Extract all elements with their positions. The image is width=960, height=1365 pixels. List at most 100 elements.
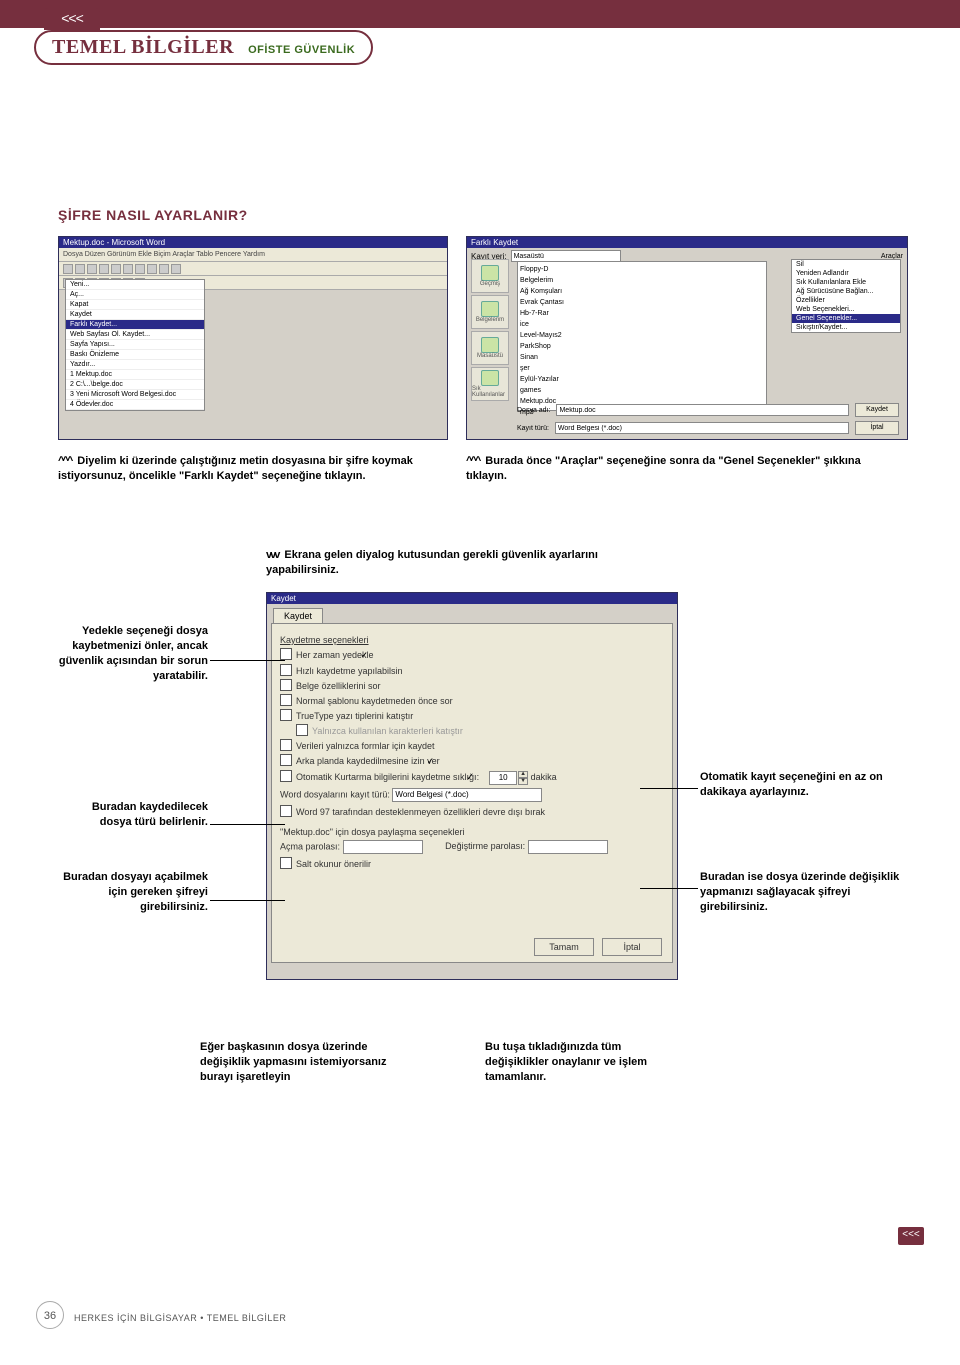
spin-up-icon[interactable]: ▲	[518, 771, 528, 778]
footer-text: HERKES İÇİN BİLGİSAYAR • TEMEL BİLGİLER	[74, 1313, 286, 1323]
places-bar: Geçmiş Belgelerim Masaüstü Sık Kullanıla…	[471, 259, 513, 403]
file-item[interactable]: ice	[520, 319, 764, 330]
menu-item[interactable]: Yazdır...	[66, 360, 204, 370]
open-pw-label: Açma parolası:	[280, 841, 340, 851]
filetype-field[interactable]	[555, 422, 849, 434]
menu-item[interactable]: 3 Yeni Microsoft Word Belgesi.doc	[66, 390, 204, 400]
places-item[interactable]: Geçmiş	[471, 259, 509, 293]
checkbox-readonly[interactable]: Salt okunur önerilir	[280, 857, 664, 869]
places-item[interactable]: Masaüstü	[471, 331, 509, 365]
menu-item[interactable]: Sayfa Yapısı...	[66, 340, 204, 350]
file-item[interactable]: Level-Mayıs2	[520, 330, 764, 341]
header-pill: TEMEL BİLGİLER OFİSTE GÜVENLİK	[34, 30, 373, 65]
tool-item[interactable]: Web Seçenekleri...	[792, 305, 900, 314]
filetype-label: Kayıt türü:	[517, 425, 549, 432]
checkbox-compat[interactable]: Word 97 tarafından desteklenmeyen özelli…	[280, 805, 664, 817]
connector-line	[210, 900, 285, 901]
tools-menu: Sil Yeniden Adlandır Sık Kullanılanlara …	[791, 259, 901, 333]
checkbox-autorecover[interactable]: Otomatik Kurtarma bilgilerini kaydetme s…	[280, 772, 487, 782]
anno-bottom-ok: Bu tuşa tıkladığınızda tüm değişiklikler…	[485, 1040, 685, 1085]
anno-left-open-pw: Buradan dosyayı açabilmek için gereken ş…	[58, 870, 208, 915]
ok-button[interactable]: Tamam	[534, 938, 594, 956]
file-item[interactable]: Floppy-D	[520, 264, 764, 275]
places-item[interactable]: Belgelerim	[471, 295, 509, 329]
page-number: 36	[36, 1301, 64, 1329]
tool-item-general-options[interactable]: Genel Seçenekler...	[792, 314, 900, 323]
open-password-field[interactable]	[343, 840, 423, 854]
anno-left-filetype: Buradan kaydedilecek dosya türü belirlen…	[58, 800, 208, 830]
screenshot-save-as-dialog: Farklı Kaydet Kayıt yeri: Araçlar Geçmiş…	[466, 236, 908, 440]
connector-line	[210, 660, 285, 661]
save-button[interactable]: Kaydet	[855, 403, 899, 417]
mod-pw-label: Değiştirme parolası:	[445, 841, 525, 851]
connector-line	[210, 824, 285, 825]
file-item[interactable]: Ağ Komşuları	[520, 286, 764, 297]
autorecover-spinner[interactable]: ▲▼	[489, 771, 528, 785]
password-row: Açma parolası: Değiştirme parolası:	[280, 840, 664, 854]
filename-field[interactable]	[556, 404, 849, 416]
caption-3: vvvEkrana gelen diyalog kutusundan gerek…	[266, 548, 666, 578]
nav-badge: <<<	[44, 8, 100, 30]
file-item[interactable]: şer	[520, 363, 764, 374]
file-item[interactable]: ParkShop	[520, 341, 764, 352]
checkbox-fast-save[interactable]: Hızlı kaydetme yapılabilsin	[280, 664, 664, 676]
file-item[interactable]: Hb-7-Rar	[520, 308, 764, 319]
menu-bar: Dosya Düzen Görünüm Ekle Biçim Araçlar T…	[59, 248, 447, 262]
filetype-select[interactable]	[392, 788, 542, 802]
tab-save[interactable]: Kaydet	[273, 608, 323, 623]
menu-item[interactable]: 4 Ödevler.doc	[66, 400, 204, 410]
autorecover-unit: dakika	[531, 772, 557, 782]
file-item[interactable]: Belgelerim	[520, 275, 764, 286]
filename-label: Dosya adı:	[517, 407, 550, 414]
menu-item[interactable]: 1 Mektup.doc	[66, 370, 204, 380]
file-list[interactable]: Floppy-D Belgelerim Ağ Komşuları Evrak Ç…	[517, 261, 767, 411]
tool-item[interactable]: Özellikler	[792, 296, 900, 305]
autorecover-value[interactable]	[489, 771, 517, 785]
header-title: TEMEL BİLGİLER	[52, 36, 234, 59]
checkbox-ask-props[interactable]: Belge özelliklerini sor	[280, 679, 664, 691]
caption-2: ^^^Burada önce "Araçlar" seçeneğine sonr…	[466, 454, 886, 484]
checkbox-always-backup[interactable]: Her zaman yedekle	[280, 648, 664, 661]
arrow-up-icon: ^^^	[466, 455, 479, 467]
modify-password-field[interactable]	[528, 840, 608, 854]
menu-item[interactable]: 2 C:\...\belge.doc	[66, 380, 204, 390]
toolbar-icons	[59, 262, 447, 276]
header-bar	[0, 0, 960, 28]
file-item[interactable]: Eylül-Yazılar	[520, 374, 764, 385]
autorecover-row: Otomatik Kurtarma bilgilerini kaydetme s…	[280, 770, 664, 785]
tool-item[interactable]: Sıkıştır/Kaydet...	[792, 323, 900, 332]
connector-line	[640, 888, 698, 889]
places-item[interactable]: Sık Kullanılanlar	[471, 367, 509, 401]
checkbox-truetype[interactable]: TrueType yazı tiplerini katıştır	[280, 709, 664, 721]
checkbox-truetype-sub: Yalnızca kullanılan karakterleri katıştı…	[296, 724, 664, 736]
anno-right-mod-pw: Buradan ise dosya üzerinde değişiklik ya…	[700, 870, 900, 915]
menu-item[interactable]: Kaydet	[66, 310, 204, 320]
file-item[interactable]: Sinan	[520, 352, 764, 363]
filetype-row: Word dosyalarını kayıt türü:	[280, 788, 664, 802]
screenshot-word-menu: Mektup.doc - Microsoft Word Dosya Düzen …	[58, 236, 448, 440]
file-menu: Yeni... Aç... Kapat Kaydet Farklı Kaydet…	[65, 279, 205, 411]
menu-item[interactable]: Web Sayfası Ol. Kaydet...	[66, 330, 204, 340]
tool-item[interactable]: Sık Kullanılanlara Ekle	[792, 278, 900, 287]
menu-item[interactable]: Aç...	[66, 290, 204, 300]
anno-right-autosave: Otomatik kayıt seçeneğini en az on dakik…	[700, 770, 890, 800]
cancel-button[interactable]: İptal	[602, 938, 662, 956]
menu-item[interactable]: Kapat	[66, 300, 204, 310]
checkbox-normal-prompt[interactable]: Normal şablonu kaydetmeden önce sor	[280, 694, 664, 706]
cancel-button[interactable]: İptal	[855, 421, 899, 435]
tool-item[interactable]: Ağ Sürücüsüne Bağlan...	[792, 287, 900, 296]
file-item[interactable]: Evrak Çantası	[520, 297, 764, 308]
menu-item[interactable]: Yeni...	[66, 280, 204, 290]
tool-item[interactable]: Sil	[792, 260, 900, 269]
spin-down-icon[interactable]: ▼	[518, 778, 528, 785]
tool-item[interactable]: Yeniden Adlandır	[792, 269, 900, 278]
menu-item-save-as[interactable]: Farklı Kaydet...	[66, 320, 204, 330]
dialog-title: Kaydet	[267, 593, 677, 604]
footer-nav-badge: <<<	[898, 1227, 924, 1245]
checkbox-forms-only[interactable]: Verileri yalnızca formlar için kaydet	[280, 739, 664, 751]
checkbox-allow-bg[interactable]: Arka planda kaydedilmesine izin ver	[280, 754, 664, 767]
anno-bottom-readonly: Eğer başkasının dosya üzerinde değişikli…	[200, 1040, 390, 1085]
file-item[interactable]: games	[520, 385, 764, 396]
window-title: Mektup.doc - Microsoft Word	[59, 237, 447, 248]
menu-item[interactable]: Baskı Önizleme	[66, 350, 204, 360]
